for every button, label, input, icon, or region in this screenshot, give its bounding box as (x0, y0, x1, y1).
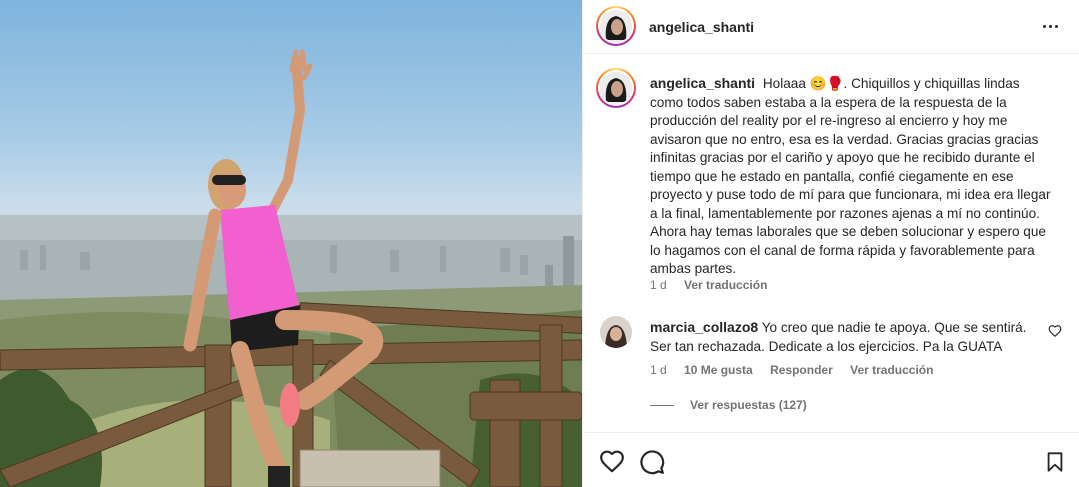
comment-like-icon[interactable] (1048, 324, 1062, 338)
comment-meta: 1 d 10 Me gusta Responder Ver traducción (650, 363, 947, 377)
commenter-username[interactable]: marcia_collazo8 (650, 319, 758, 335)
post-detail-panel: angelica_shanti angelica_shanti Holaaa 😊… (582, 0, 1079, 487)
view-replies-label: Ver respuestas (127) (690, 398, 807, 412)
comment-icon[interactable] (639, 449, 665, 475)
post-header: angelica_shanti (583, 0, 1079, 54)
comment-likes[interactable]: 10 Me gusta (684, 363, 753, 377)
post-image (0, 49, 582, 487)
caption-body: angelica_shanti Holaaa 😊🥊. Chiquillos y … (650, 74, 1055, 279)
replies-divider (650, 404, 674, 406)
more-options-icon[interactable] (1038, 16, 1062, 36)
caption-text: Holaaa 😊🥊. Chiquillos y chiquillas linda… (650, 76, 1051, 276)
commenter-avatar[interactable] (600, 316, 632, 348)
comment-see-translation[interactable]: Ver traducción (850, 363, 933, 377)
caption-avatar[interactable] (596, 68, 636, 108)
author-avatar[interactable] (596, 6, 636, 46)
comment-reply-button[interactable]: Responder (770, 363, 833, 377)
caption-username[interactable]: angelica_shanti (650, 75, 755, 91)
bookmark-icon[interactable] (1044, 449, 1066, 475)
heart-icon[interactable] (599, 449, 625, 475)
caption-time[interactable]: 1 d (650, 278, 667, 292)
comment-body: marcia_collazo8 Yo creo que nadie te apo… (650, 318, 1030, 356)
author-username[interactable]: angelica_shanti (649, 19, 754, 35)
tower (563, 236, 574, 292)
actions-bar (583, 432, 1079, 487)
caption-meta: 1 d Ver traducción (650, 278, 781, 292)
post-photo[interactable] (0, 0, 582, 487)
caption-see-translation[interactable]: Ver traducción (684, 278, 767, 292)
comment-time[interactable]: 1 d (650, 363, 667, 377)
view-replies-button[interactable]: Ver respuestas (127) (650, 398, 807, 412)
